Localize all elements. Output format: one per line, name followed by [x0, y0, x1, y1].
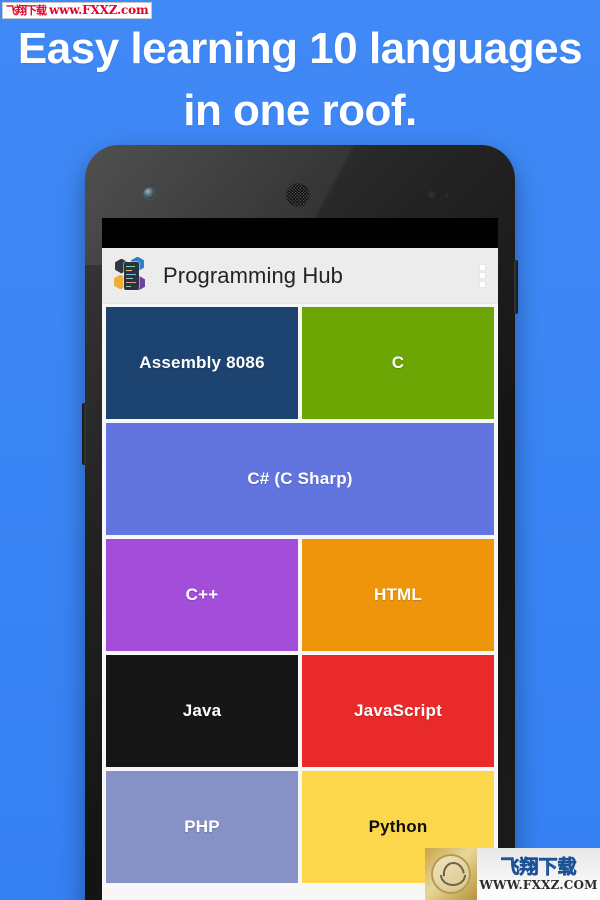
watermark-top-url: www.FXXZ.com	[49, 3, 149, 17]
light-sensor-icon	[445, 193, 449, 197]
proximity-sensor-icon	[428, 191, 435, 198]
promo-screenshot: 飞翔下载 www.FXXZ.com Easy learning 10 langu…	[0, 0, 600, 900]
language-tile-label: Python	[368, 817, 428, 836]
language-tile-label: C# (C Sharp)	[247, 469, 353, 488]
app-title: Programming Hub	[163, 262, 344, 288]
status-bar	[102, 218, 498, 248]
language-tile[interactable]: HTML	[302, 539, 494, 651]
language-tile-label: C++	[185, 585, 219, 604]
fxxz-logo-ring	[431, 854, 471, 894]
language-tile[interactable]: C++	[106, 539, 298, 651]
language-tile[interactable]: Assembly 8086	[106, 307, 298, 419]
language-tile[interactable]: C	[302, 307, 494, 419]
language-tile-label: Java	[182, 701, 222, 720]
fxxz-logo-icon	[425, 848, 477, 900]
language-tile[interactable]: JavaScript	[302, 655, 494, 767]
language-tile-label: C	[391, 353, 405, 372]
language-tile[interactable]: C# (C Sharp)	[106, 423, 494, 535]
watermark-top-left: 飞翔下载 www.FXXZ.com	[2, 2, 153, 19]
earpiece-speaker-icon	[286, 183, 310, 207]
overflow-menu-icon[interactable]	[480, 264, 485, 287]
watermark-bottom-right: 飞翔下载 WWW.FXXZ.COM	[425, 848, 600, 900]
language-grid: Assembly 8086 C C# (C Sharp) C++ HTML Java Jav…	[102, 303, 498, 900]
promo-headline-line-1: Easy learning 10 languages	[17, 24, 583, 73]
code-card-icon	[124, 261, 139, 290]
front-camera-icon	[144, 188, 155, 199]
phone-mockup: Programming Hub Assembly 8086 C C# (C Shar…	[82, 145, 518, 900]
language-tile[interactable]: Java	[106, 655, 298, 767]
watermark-bottom-url: WWW.FXXZ.COM	[479, 877, 598, 892]
app-bar: Programming Hub	[102, 248, 498, 303]
power-button[interactable]	[514, 260, 518, 314]
language-tile-label: Assembly 8086	[139, 353, 265, 372]
watermark-bottom-text: 飞翔下载 WWW.FXXZ.COM	[477, 848, 600, 900]
watermark-top-cn-text: 飞翔下载	[6, 3, 47, 17]
language-tile-label: PHP	[184, 817, 220, 836]
watermark-bottom-cn-text: 飞翔下载	[500, 855, 577, 878]
programming-hub-app-icon	[113, 256, 151, 295]
language-tile-label: HTML	[373, 585, 422, 604]
language-tile-label: JavaScript	[354, 701, 442, 720]
promo-headline: Easy learning 10 languages in one roof.	[0, 18, 600, 142]
language-tile[interactable]: PHP	[106, 771, 298, 883]
promo-headline-line-2: in one roof.	[183, 86, 417, 135]
phone-screen: Programming Hub Assembly 8086 C C# (C Shar…	[102, 218, 498, 900]
volume-button[interactable]	[82, 403, 86, 465]
